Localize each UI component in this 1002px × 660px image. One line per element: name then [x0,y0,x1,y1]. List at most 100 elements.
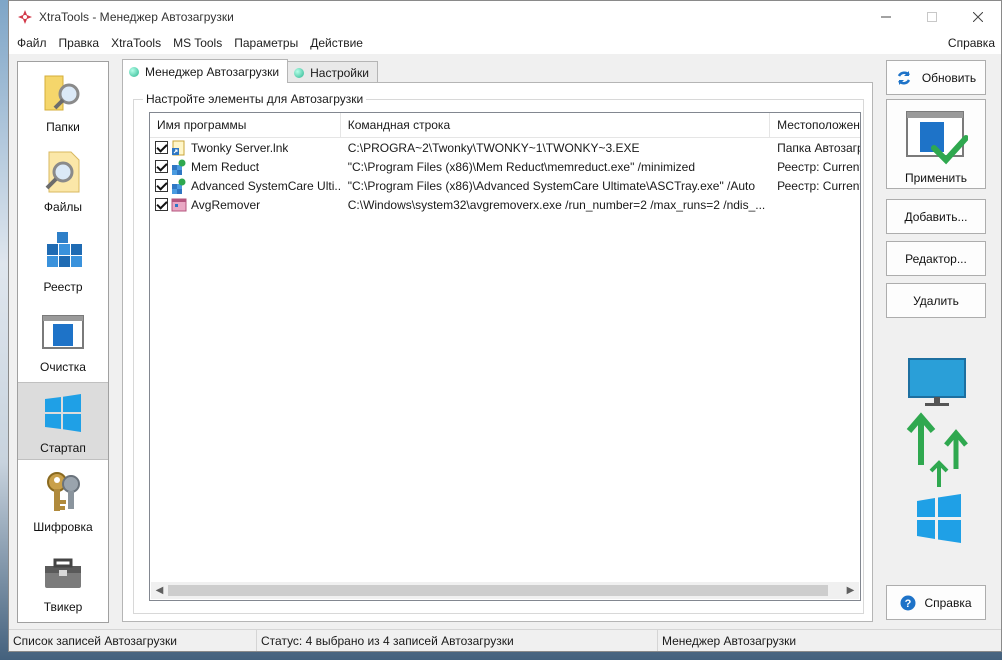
tab-startup-manager[interactable]: Менеджер Автозагрузки [122,59,289,83]
close-icon [973,11,983,22]
horizontal-scrollbar[interactable]: ◀ ▶ [151,582,859,599]
refresh-icon [897,70,910,85]
startup-illustration [899,357,979,547]
sidebar-item-registry[interactable]: Реестр [18,222,108,300]
registry-entry-icon [171,178,187,194]
refresh-button[interactable]: Обновить [886,60,986,95]
menu-xtratools[interactable]: XtraTools [105,32,167,54]
sidebar-item-startup[interactable]: Стартап [18,382,108,460]
file-search-icon [41,150,85,194]
sidebar-item-tweaker[interactable]: Твикер [18,542,108,620]
row-location: Реестр: Current [777,178,860,193]
tab-dot-icon [294,67,305,78]
maximize-icon [927,11,937,22]
add-button[interactable]: Добавить... [886,199,986,234]
status-middle: Статус: 4 выбрано из 4 записей Автозагру… [257,630,658,651]
row-checkbox[interactable] [155,179,168,192]
tab-panel: Настройте элементы для Автозагрузки Имя … [122,82,873,622]
column-header-location[interactable]: Местоположение [770,113,860,138]
window-title: XtraTools - Менеджер Автозагрузки [39,9,234,24]
group-label: Настройте элементы для Автозагрузки [143,92,367,106]
sidebar-item-label: Файлы [43,200,83,214]
row-checkbox[interactable] [155,141,168,154]
status-left: Список записей Автозагрузки [9,630,257,651]
sidebar-item-label: Шифровка [33,520,93,534]
tab-dot-icon [129,66,139,77]
row-program-name: Twonky Server.lnk [191,140,289,155]
delete-label: Удалить [913,293,959,308]
scroll-left-icon[interactable]: ◀ [151,582,168,599]
column-header-name[interactable]: Имя программы [150,113,341,138]
row-checkbox[interactable] [155,160,168,173]
row-program-name: Advanced SystemCare Ulti... [191,178,341,193]
sidebar-item-cleanup[interactable]: Очистка [18,302,108,380]
title-bar: XtraTools - Менеджер Автозагрузки [9,1,1001,32]
key-icon [41,470,85,514]
row-command: "C:\Program Files (x86)\Advanced SystemC… [347,178,756,193]
row-command: "C:\Program Files (x86)\Mem Reduct\memre… [347,159,696,174]
column-header-command[interactable]: Командная строка [341,113,771,138]
apply-label: Применить [904,171,967,185]
table-row[interactable]: Advanced SystemCare Ulti... "C:\Program … [150,176,860,195]
close-button[interactable] [955,1,1001,32]
sidebar-item-label: Очистка [40,360,86,374]
row-location: Папка Автозагрузки [777,140,860,155]
startup-list[interactable]: Имя программы Командная строка Местополо… [149,112,861,601]
sidebar-item-folders[interactable]: Папки [18,62,108,140]
minimize-icon [881,16,891,17]
toolbox-icon [41,550,85,594]
cleanup-window-icon [41,310,85,354]
tab-settings[interactable]: Настройки [287,61,378,83]
tab-label: Менеджер Автозагрузки [145,64,280,79]
shortcut-icon [171,140,187,156]
sidebar-item-label: Твикер [43,600,83,614]
app-window: XtraTools - Менеджер Автозагрузки Файл П… [8,0,1002,652]
menu-action[interactable]: Действие [304,32,369,54]
apply-button[interactable]: Применить [886,99,986,189]
list-header: Имя программы Командная строка Местополо… [150,113,860,138]
status-right: Менеджер Автозагрузки [662,634,797,648]
sidebar: Папки Файлы Реестр Очистка Стартап Шифро… [17,61,109,623]
help-label: Справка [924,595,972,610]
menu-help[interactable]: Справка [948,32,995,54]
row-command: C:\PROGRA~2\Twonky\TWONKY~1\TWONKY~3.EXE [347,140,640,155]
editor-button[interactable]: Редактор... [886,241,986,276]
delete-button[interactable]: Удалить [886,283,986,318]
table-row[interactable]: Twonky Server.lnk C:\PROGRA~2\Twonky\TWO… [150,138,860,157]
sidebar-item-label: Папки [46,120,80,134]
sidebar-item-encryption[interactable]: Шифровка [18,462,108,540]
row-program-name: Mem Reduct [191,159,260,174]
table-row[interactable]: AvgRemover C:\Windows\system32\avgremove… [150,195,860,214]
add-label: Добавить... [904,209,968,224]
apply-window-check-icon [906,110,969,168]
monitor-arrows-windows-icon [906,358,968,543]
status-bar: Список записей Автозагрузки Статус: 4 вы… [9,629,1001,651]
help-button[interactable]: ? Справка [886,585,986,620]
editor-label: Редактор... [905,251,967,266]
maximize-button[interactable] [909,1,955,32]
minimize-button[interactable] [863,1,909,32]
registry-entry-icon [171,159,187,175]
sidebar-item-label: Реестр [43,280,83,294]
menu-file[interactable]: Файл [11,32,53,54]
menu-edit[interactable]: Правка [53,32,106,54]
scrollbar-track[interactable] [168,582,842,599]
row-checkbox[interactable] [155,198,168,211]
refresh-label: Обновить [921,70,977,85]
scheduled-task-icon [171,197,187,213]
menu-bar: Файл Правка XtraTools MS Tools Параметры… [9,32,1001,54]
menu-ms-tools[interactable]: MS Tools [167,32,228,54]
table-row[interactable]: Mem Reduct "C:\Program Files (x86)\Mem R… [150,157,860,176]
row-command: C:\Windows\system32\avgremoverx.exe /run… [347,197,766,212]
xtratools-logo-icon [17,9,33,25]
row-location: Реестр: Current [777,159,860,174]
scrollbar-thumb[interactable] [168,585,828,596]
menu-parameters[interactable]: Параметры [228,32,304,54]
scroll-right-icon[interactable]: ▶ [842,582,859,599]
tab-strip: Менеджер Автозагрузки Настройки [122,59,378,83]
sidebar-item-label: Стартап [40,441,86,455]
help-icon: ? [900,595,916,610]
tab-label: Настройки [310,65,369,80]
sidebar-item-files[interactable]: Файлы [18,142,108,220]
svg-text:?: ? [905,598,912,610]
